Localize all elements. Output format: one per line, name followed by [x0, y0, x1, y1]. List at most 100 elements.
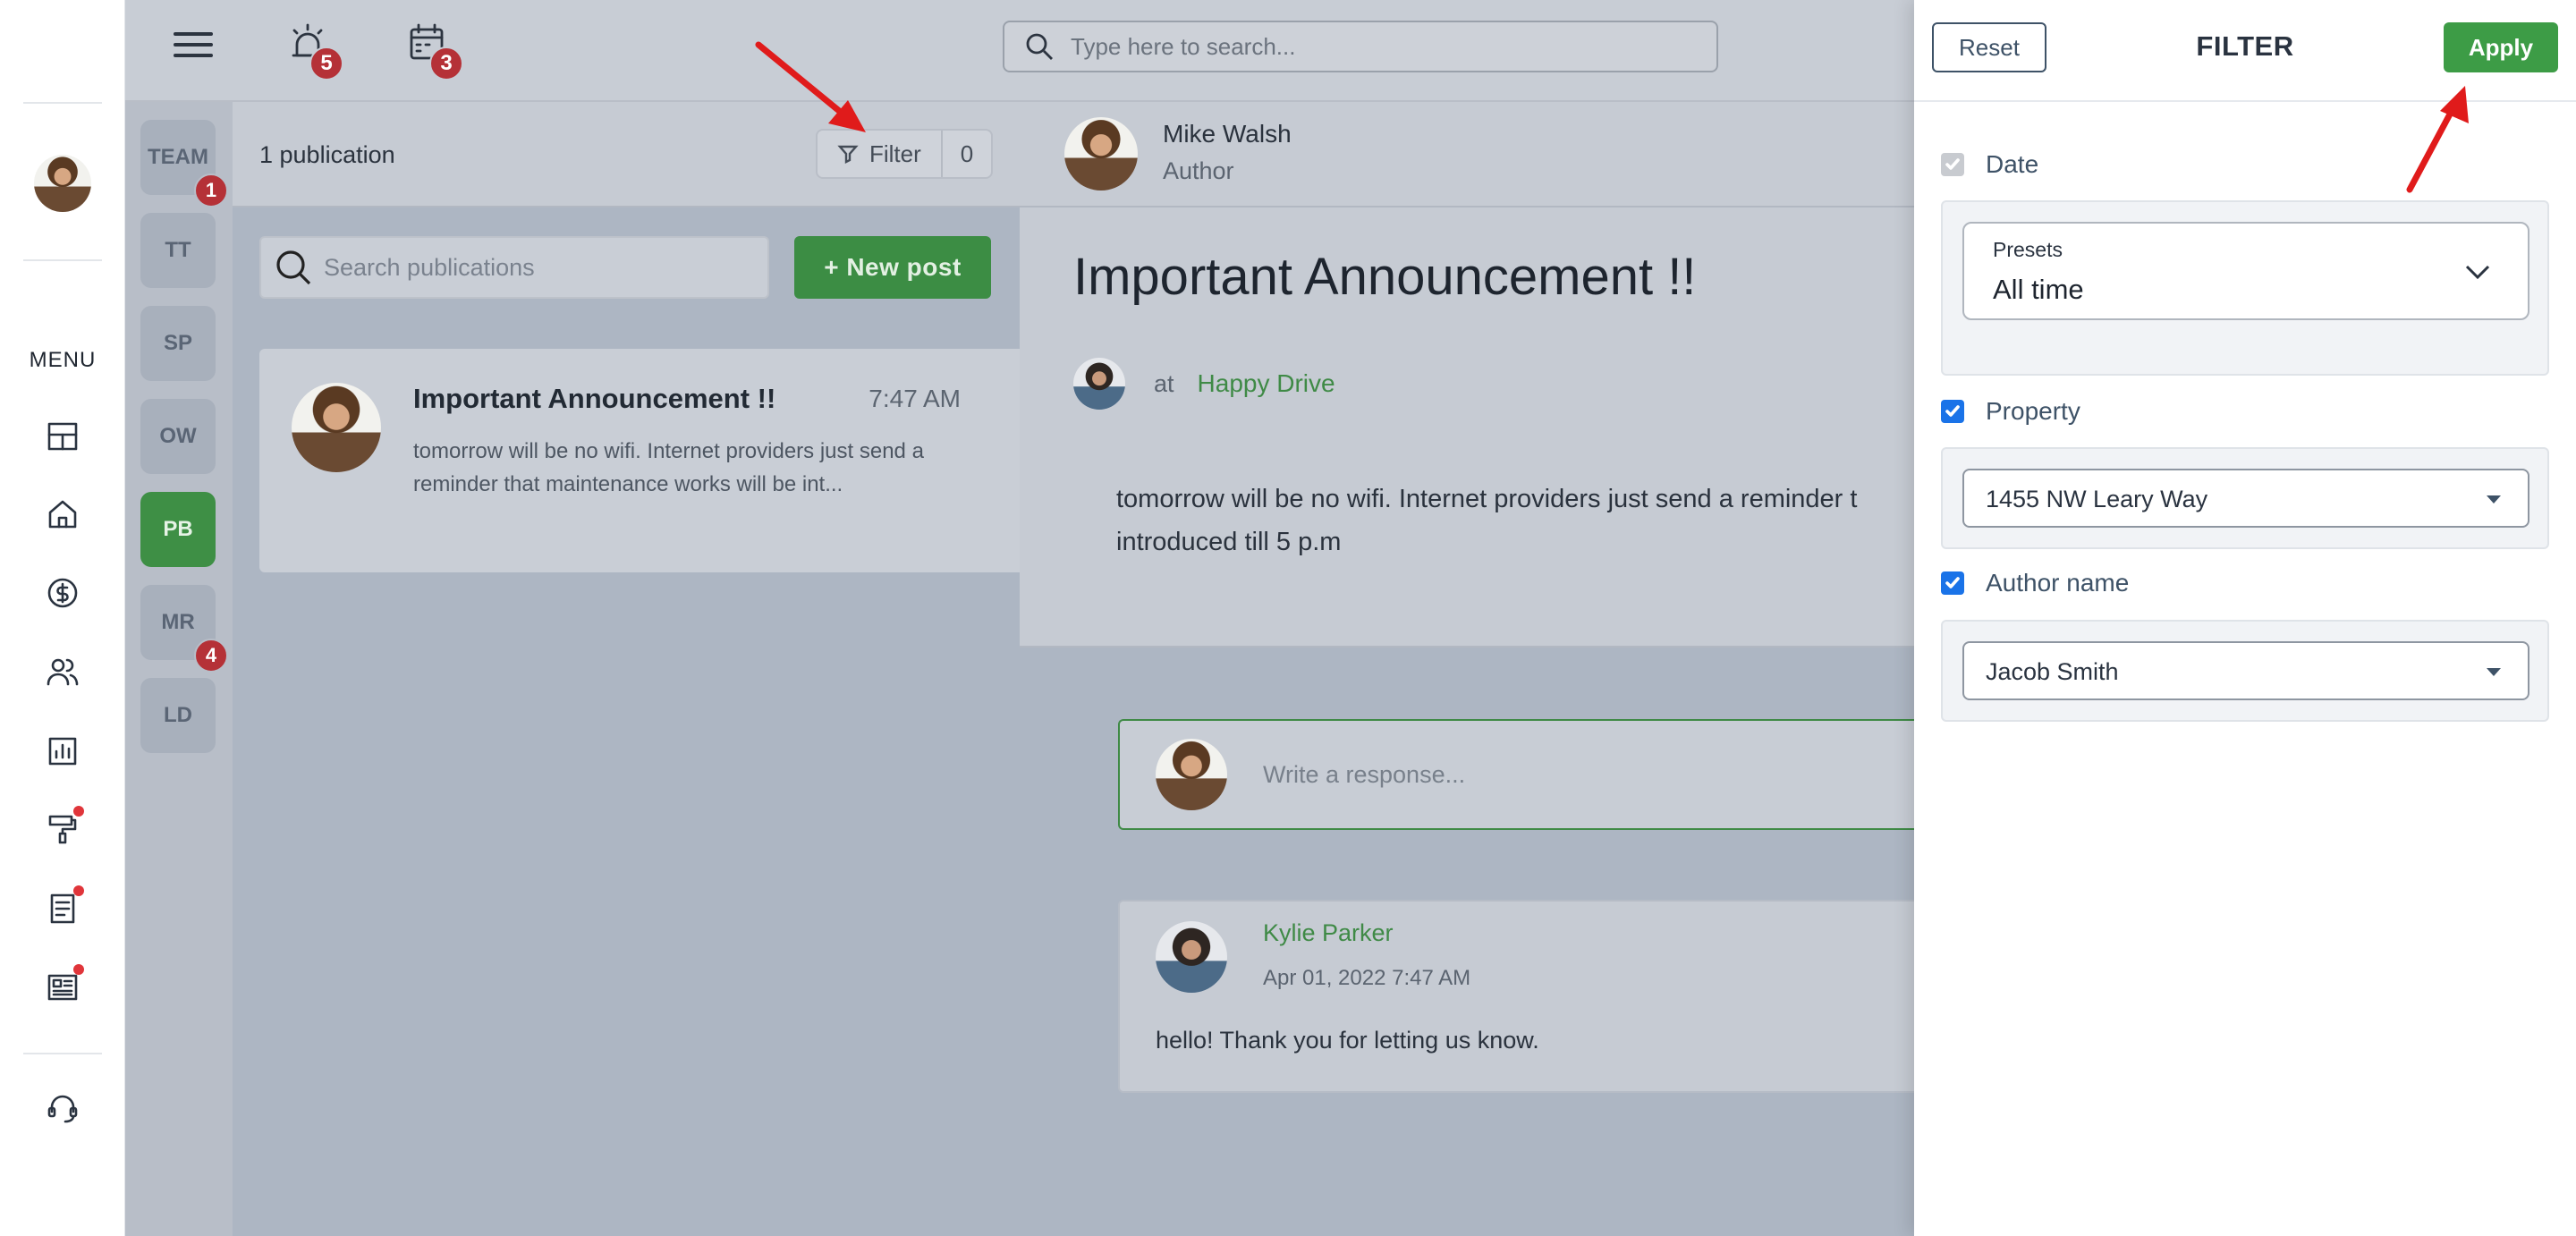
team-item-ow[interactable]: OW	[140, 399, 216, 474]
paint-roller-icon[interactable]	[43, 806, 84, 849]
user-avatar[interactable]	[34, 155, 91, 212]
presets-label: Presets	[1993, 238, 2063, 261]
publication-search-input[interactable]	[324, 253, 753, 282]
alarm-badge: 5	[309, 47, 343, 80]
filter-drawer: Reset FILTER Apply Date Presets All time…	[1914, 0, 2576, 1236]
notification-dot	[73, 964, 84, 975]
comment-item: Kylie Parker Apr 01, 2022 7:47 AM hello!…	[1118, 900, 1923, 1093]
filter-icon	[837, 145, 859, 164]
poster-avatar	[1073, 358, 1125, 410]
team-label: OW	[159, 424, 197, 448]
global-search[interactable]	[1003, 21, 1718, 72]
team-badge: 1	[194, 174, 228, 207]
property-value: 1455 NW Leary Way	[1986, 486, 2208, 512]
author-avatar	[292, 383, 381, 472]
alarm-icon[interactable]: 5	[286, 21, 343, 80]
user-avatar	[1156, 739, 1227, 810]
date-section: Date	[1941, 150, 2038, 179]
post-author-bar: Mike Walsh Author	[1020, 102, 1914, 207]
calendar-badge: 3	[429, 47, 463, 80]
author-section: Author name	[1941, 569, 2129, 597]
publication-title: Important Announcement !!	[413, 383, 776, 414]
search-icon	[276, 250, 311, 285]
author-select[interactable]: Jacob Smith	[1962, 641, 2529, 700]
rail-divider	[23, 259, 102, 261]
property-box: 1455 NW Leary Way	[1941, 447, 2549, 549]
document-icon[interactable]	[43, 885, 84, 928]
home-icon[interactable]	[43, 495, 82, 534]
team-item-mr[interactable]: MR 4	[140, 585, 228, 673]
apply-button[interactable]: Apply	[2444, 22, 2558, 72]
post-detail: Mike Walsh Author Important Announcement…	[1020, 102, 1923, 1236]
dollar-icon[interactable]	[43, 573, 82, 613]
new-post-button[interactable]: + New post	[794, 236, 991, 299]
caret-down-icon	[2487, 495, 2501, 504]
commenter-name[interactable]: Kylie Parker	[1263, 919, 1394, 947]
date-checkbox[interactable]	[1941, 153, 1964, 176]
global-search-input[interactable]	[1071, 32, 1679, 61]
presets-select[interactable]: Presets All time	[1962, 222, 2529, 320]
publication-list: 1 publication Filter 0 + New post Import…	[233, 102, 1020, 1236]
reply-input[interactable]	[1263, 760, 1889, 789]
comment-date: Apr 01, 2022 7:47 AM	[1263, 966, 1471, 990]
team-item-tt[interactable]: TT	[140, 213, 216, 288]
notification-dot	[73, 885, 84, 896]
date-label: Date	[1986, 150, 2039, 178]
team-label: LD	[164, 703, 192, 727]
filter-button[interactable]: Filter 0	[816, 129, 993, 179]
check-icon	[1945, 405, 1960, 417]
team-label: TEAM	[148, 145, 208, 169]
property-select[interactable]: 1455 NW Leary Way	[1962, 469, 2529, 528]
property-section: Property	[1941, 397, 2080, 426]
top-bar: 5 3	[125, 0, 1914, 102]
team-item-team[interactable]: TEAM 1	[140, 120, 228, 207]
team-item-pb[interactable]: PB	[140, 492, 216, 567]
dashboard-icon[interactable]	[43, 417, 82, 456]
filter-label: Filter	[869, 140, 921, 167]
post-text-line: introduced till 5 p.m	[1116, 528, 1342, 556]
publication-list-header: 1 publication Filter 0	[233, 102, 1020, 207]
newspaper-icon[interactable]	[43, 964, 84, 1007]
check-icon	[1945, 158, 1960, 170]
rail-divider	[23, 102, 102, 104]
filter-header: Reset FILTER Apply	[1914, 0, 2576, 102]
team-list: TEAM 1 TT SP OW PB MR 4 LD	[125, 102, 233, 1236]
publication-card[interactable]: Important Announcement !! 7:47 AM tomorr…	[259, 349, 1020, 572]
team-label: PB	[163, 517, 193, 541]
caret-down-icon	[2487, 668, 2501, 676]
author-name: Mike Walsh	[1163, 120, 1292, 148]
headset-icon[interactable]	[43, 1088, 82, 1128]
post-body: Important Announcement !! at Happy Drive…	[1020, 207, 1914, 648]
author-label: Author name	[1986, 569, 2130, 597]
team-badge: 4	[194, 639, 228, 673]
publication-count: 1 publication	[259, 141, 395, 168]
post-text-line: tomorrow will be no wifi. Internet provi…	[1116, 485, 1858, 513]
users-icon[interactable]	[43, 652, 82, 691]
team-label: MR	[161, 610, 195, 634]
at-label: at	[1154, 369, 1174, 397]
chevron-down-icon	[2465, 265, 2490, 280]
search-icon	[1026, 33, 1053, 60]
property-label: Property	[1986, 397, 2080, 425]
reply-box[interactable]	[1118, 719, 1923, 830]
team-item-sp[interactable]: SP	[140, 306, 216, 381]
filter-count: 0	[960, 140, 974, 167]
post-meta: at Happy Drive	[1073, 358, 1335, 410]
property-checkbox[interactable]	[1941, 400, 1964, 423]
check-icon	[1945, 577, 1960, 588]
author-box: Jacob Smith	[1941, 620, 2549, 722]
date-box: Presets All time	[1941, 200, 2549, 376]
menu-label: MENU	[29, 348, 97, 372]
publication-search[interactable]	[259, 236, 769, 299]
hamburger-menu-icon[interactable]	[174, 27, 213, 66]
property-link[interactable]: Happy Drive	[1198, 369, 1335, 398]
chart-icon[interactable]	[43, 732, 82, 771]
publication-excerpt: tomorrow will be no wifi. Internet provi…	[413, 439, 924, 496]
team-item-ld[interactable]: LD	[140, 678, 216, 753]
publication-time: 7:47 AM	[869, 385, 961, 412]
presets-value: All time	[1993, 274, 2084, 305]
calendar-icon[interactable]: 3	[406, 21, 463, 80]
author-checkbox[interactable]	[1941, 571, 1964, 595]
commenter-avatar	[1156, 921, 1227, 993]
author-role: Author	[1163, 157, 1234, 184]
